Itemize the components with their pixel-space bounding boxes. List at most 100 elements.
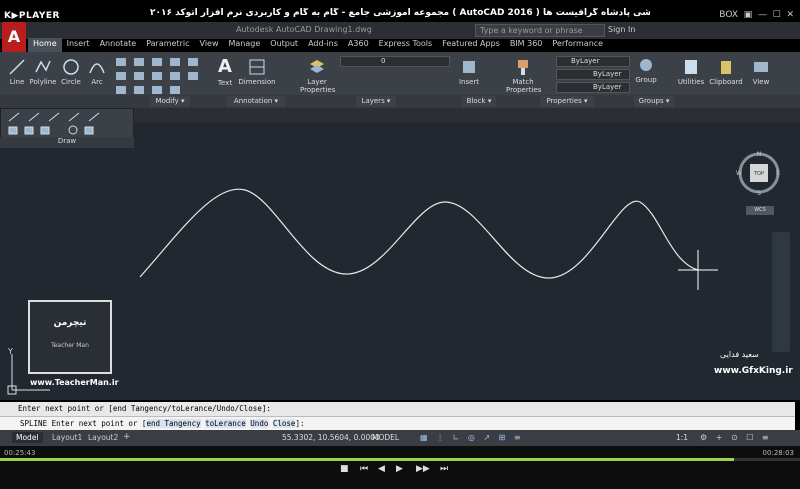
option-close[interactable]: Close [272, 419, 296, 428]
clipboard-label: Clipboard [709, 78, 743, 86]
compass-s-label: S [757, 190, 761, 196]
layer-properties-label: Layer Properties [300, 78, 336, 94]
wcs-menu[interactable]: WCS [746, 206, 774, 215]
annotation-panel-label[interactable]: Annotation ▾ [226, 96, 286, 107]
line-icon [9, 59, 25, 75]
teacherman-watermark: تیچرمن Teacher Man [28, 300, 112, 374]
command-prompt-suffix: ]: [295, 419, 305, 428]
line-tool[interactable]: Line [6, 58, 28, 86]
previous-icon[interactable]: ⏮ [360, 464, 368, 474]
layer-properties-icon [310, 60, 324, 73]
command-line-input[interactable]: SPLINE Enter next point or [end Tangency… [0, 416, 795, 430]
block-panel-label[interactable]: Block ▾ [462, 96, 496, 107]
elapsed-time: 00:25:43 [4, 449, 36, 457]
tab-performance[interactable]: Performance [547, 38, 608, 52]
tab-insert[interactable]: Insert [62, 38, 95, 52]
tab-home[interactable]: Home [28, 38, 62, 52]
drawing-canvas[interactable]: Y [0, 122, 800, 400]
text-tool[interactable]: A Text [214, 56, 236, 87]
tab-layout2[interactable]: Layout2 [84, 432, 122, 443]
command-history: Enter next point or [end Tangency/toLera… [0, 402, 795, 416]
tab-a360[interactable]: A360 [343, 38, 374, 52]
tab-layout1[interactable]: Layout1 [48, 432, 86, 443]
circle-tool-label: Circle [61, 78, 81, 86]
group-tool-label: Group [635, 76, 657, 84]
lineweight-dropdown[interactable]: ByLayer [556, 82, 630, 93]
total-time: 00:28:03 [762, 449, 794, 457]
option-tolerance[interactable]: toLerance [205, 419, 246, 428]
dimension-tool-label: Dimension [238, 78, 276, 86]
groups-panel-label[interactable]: Groups ▾ [634, 96, 674, 107]
tab-express-tools[interactable]: Express Tools [374, 38, 438, 52]
dimension-tool[interactable]: Dimension [238, 58, 276, 86]
utilities-tool[interactable]: Utilities [674, 58, 708, 86]
view-label: View [752, 78, 770, 86]
tab-view[interactable]: View [195, 38, 224, 52]
match-properties-tool[interactable]: Match Properties [506, 58, 542, 94]
layer-dropdown[interactable]: 0 [340, 56, 450, 67]
viewcube[interactable]: TOP N S E W [736, 150, 782, 196]
file-tab-strip [134, 108, 800, 122]
layers-panel-label[interactable]: Layers ▾ [356, 96, 396, 107]
polyline-tool[interactable]: Polyline [28, 58, 58, 86]
color-dropdown-value: ByLayer [571, 57, 600, 65]
next-icon[interactable]: ⏭ [440, 464, 448, 474]
teacherman-logo-text: تیچرمن [53, 318, 87, 328]
properties-panel-label[interactable]: Properties ▾ [540, 96, 594, 107]
insert-block-icon [463, 61, 475, 73]
status-tray-icons[interactable]: ⚙ + ⊙ ☐ ≡ [700, 433, 772, 442]
arc-icon [89, 63, 105, 74]
tab-featured-apps[interactable]: Featured Apps [437, 38, 505, 52]
tab-model[interactable]: Model [12, 432, 43, 443]
tab-annotate[interactable]: Annotate [95, 38, 142, 52]
gfxking-site: www.GfxKing.ir [714, 366, 793, 376]
teacherman-site: www.TeacherMan.ir [30, 378, 119, 387]
utilities-icon [685, 60, 697, 74]
linetype-dropdown[interactable]: ByLayer [556, 69, 630, 80]
match-properties-icon [518, 60, 528, 75]
match-properties-label: Match Properties [506, 78, 542, 94]
layer-properties-tool[interactable]: Layer Properties [300, 58, 336, 94]
option-undo[interactable]: Undo [250, 419, 269, 428]
add-layout-button[interactable]: + [123, 432, 131, 442]
spline-drawing: Y [7, 188, 790, 395]
navigation-bar [772, 232, 790, 352]
option-end-tangency[interactable]: end Tangency [146, 419, 201, 428]
clipboard-icon [721, 61, 731, 74]
rewind-icon[interactable]: ◀ [378, 464, 385, 474]
stop-icon[interactable]: ■ [340, 464, 349, 474]
player-window-controls[interactable]: BOX ▣ — ☐ ✕ [719, 10, 794, 20]
application-menu-button[interactable]: A [2, 22, 26, 52]
group-tool[interactable]: Group [634, 56, 658, 84]
forward-icon[interactable]: ▶▶ [416, 464, 430, 474]
draw-extra-tools-icons[interactable] [1, 109, 133, 137]
model-space-button[interactable]: MODEL [372, 433, 399, 442]
box-button[interactable]: BOX [719, 10, 738, 20]
view-tool[interactable]: View [748, 58, 774, 86]
modify-tools-icons[interactable] [112, 56, 208, 96]
linetype-dropdown-value: ByLayer [593, 70, 622, 78]
video-title: مجموعه آموزشی جامع - گام به گام و کاربرد… [150, 8, 650, 18]
draw-panel-label[interactable]: Draw [0, 137, 134, 148]
tab-manage[interactable]: Manage [224, 38, 266, 52]
help-search-input[interactable]: Type a keyword or phrase [475, 24, 605, 37]
layer-dropdown-value: 0 [381, 57, 386, 65]
color-dropdown[interactable]: ByLayer [556, 56, 630, 67]
annotation-scale[interactable]: 1:1 [676, 433, 688, 442]
command-prompt-prefix: SPLINE Enter next point or [ [20, 419, 147, 428]
insert-block-tool[interactable]: Insert [456, 58, 482, 86]
play-icon[interactable]: ▶ [396, 464, 403, 474]
sign-in-button[interactable]: Sign In [608, 25, 635, 34]
tab-bim-360[interactable]: BIM 360 [505, 38, 548, 52]
tab-output[interactable]: Output [265, 38, 303, 52]
modify-panel-label[interactable]: Modify ▾ [150, 96, 190, 107]
player-logo: K▶PLAYER [4, 11, 60, 21]
tab-parametric[interactable]: Parametric [141, 38, 194, 52]
ribbon-panel-labels [0, 95, 800, 108]
drafting-toggles[interactable]: ▦ ⋮ ∟ ◎ ↗ ⊞ ≡ [420, 433, 524, 442]
circle-tool[interactable]: Circle [60, 58, 82, 86]
tab-add-ins[interactable]: Add-ins [303, 38, 343, 52]
arc-tool[interactable]: Arc [86, 58, 108, 86]
clipboard-tool[interactable]: Clipboard [708, 58, 744, 86]
viewcube-top-label: TOP [753, 171, 764, 177]
